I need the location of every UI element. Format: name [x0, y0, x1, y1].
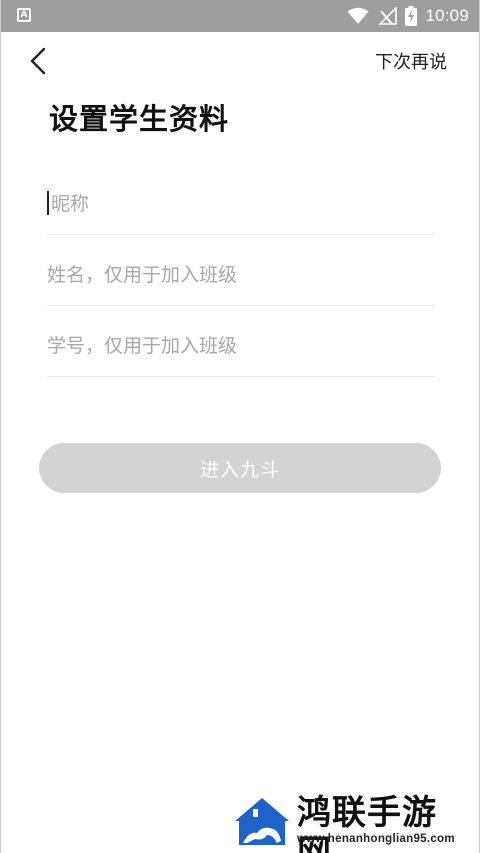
- status-bar: A 10:09: [1, 0, 479, 32]
- student-number-field: [47, 307, 435, 377]
- wifi-icon: [347, 7, 369, 24]
- name-input[interactable]: [47, 259, 435, 291]
- notification-icon: A: [17, 8, 31, 22]
- page-title: 设置学生资料: [49, 102, 230, 136]
- watermark-logo-icon: [235, 798, 289, 845]
- skip-button[interactable]: 下次再说: [375, 48, 447, 74]
- no-signal-icon: [378, 7, 398, 25]
- watermark-url: www.henanhonglian95.com: [297, 833, 455, 845]
- status-time: 10:09: [425, 6, 469, 25]
- screen: A 10:09 下次再说 设置学生资料 昵称 姓名，仅用于加入班级 学号，仅用于…: [0, 0, 480, 853]
- student-number-input[interactable]: [47, 330, 435, 362]
- status-icons: 10:09: [347, 0, 469, 32]
- nickname-input[interactable]: [47, 188, 439, 220]
- name-field: [47, 236, 435, 306]
- nickname-field: [47, 165, 439, 235]
- back-button[interactable]: [23, 44, 53, 78]
- battery-charging-icon: [405, 6, 418, 26]
- chevron-left-icon: [30, 47, 46, 75]
- enter-button[interactable]: 进入九斗: [39, 443, 441, 493]
- watermark: 鸿联手游网 www.henanhonglian95.com: [231, 793, 471, 853]
